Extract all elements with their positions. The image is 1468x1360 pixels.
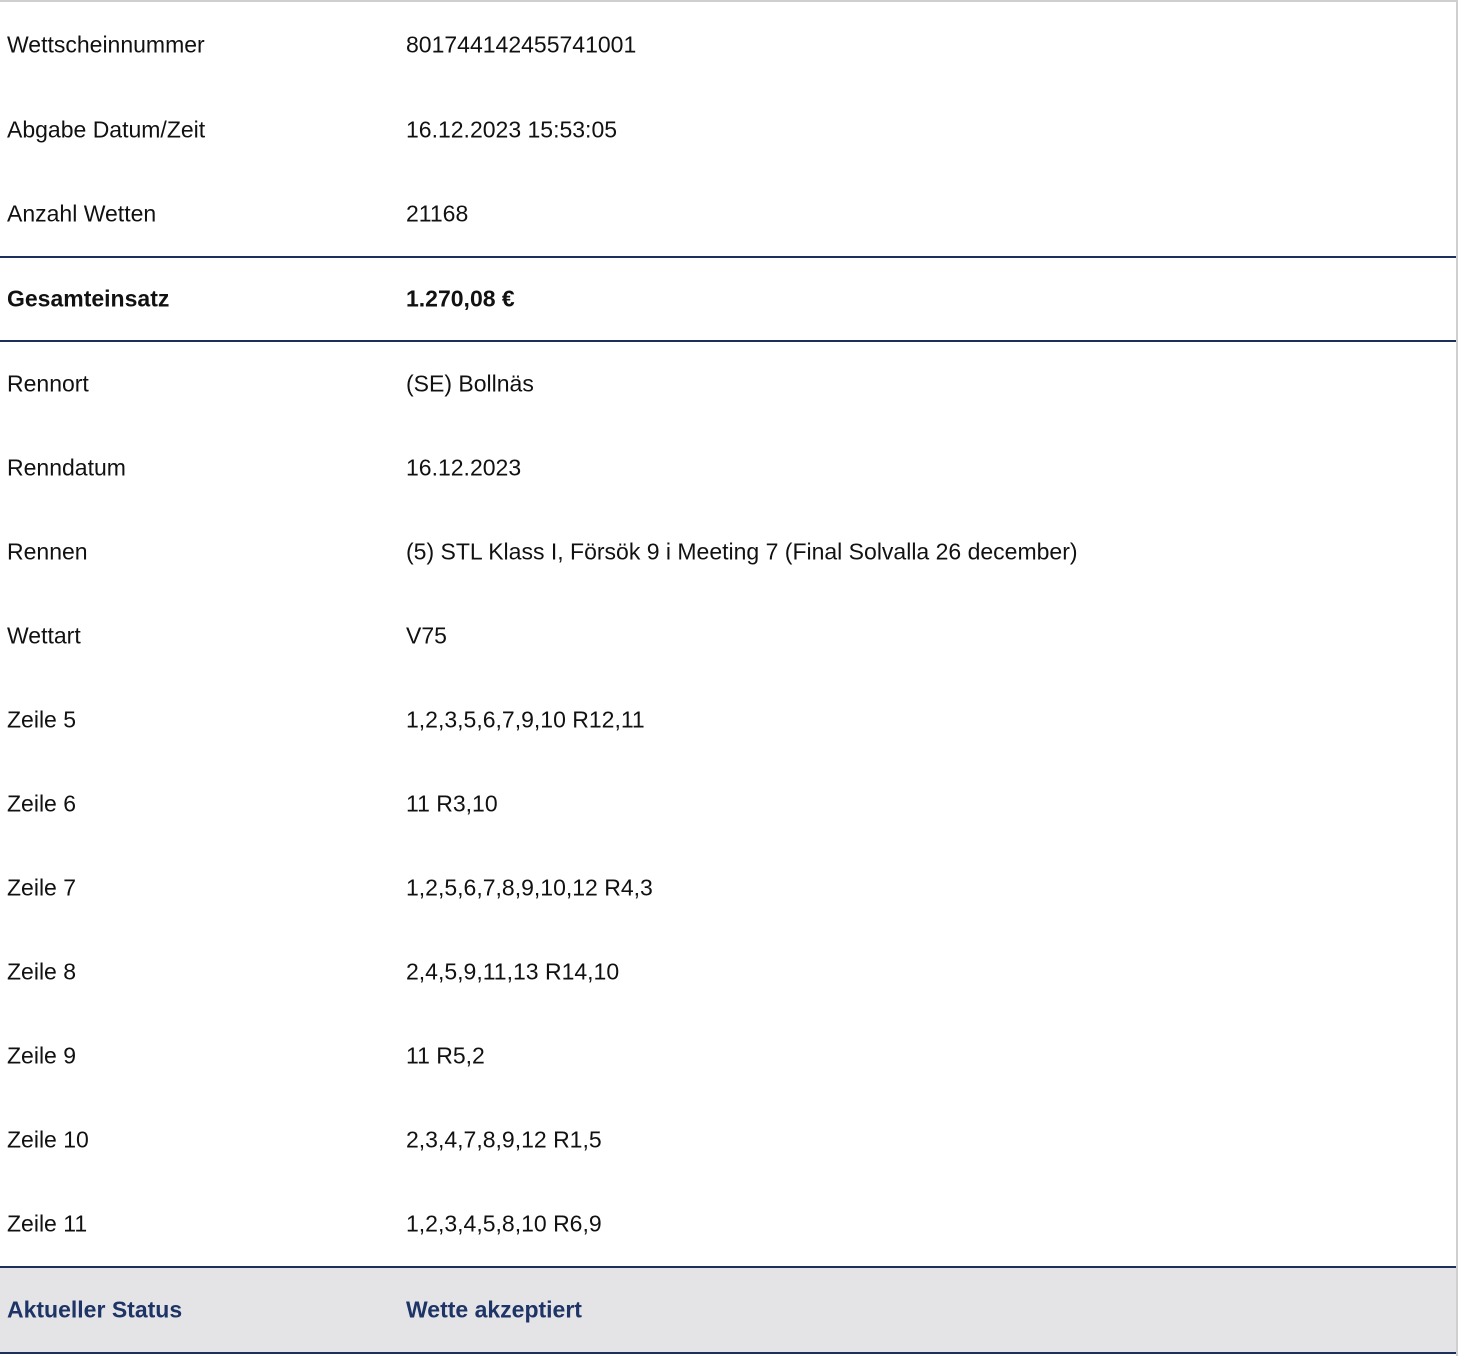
race-date-row: Renndatum 16.12.2023 <box>0 426 1456 510</box>
selection-line-row: Zeile 9 11 R5,2 <box>0 1014 1456 1098</box>
ticket-number-row: Wettscheinnummer 801744142455741001 <box>0 2 1456 88</box>
submitted-datetime-row: Abgabe Datum/Zeit 16.12.2023 15:53:05 <box>0 88 1456 172</box>
selection-line-row: Zeile 6 11 R3,10 <box>0 762 1456 846</box>
total-stake-value: 1.270,08 € <box>406 285 515 312</box>
selection-line-value: 11 R5,2 <box>406 1042 485 1069</box>
current-status-label: Aktueller Status <box>7 1296 183 1323</box>
selection-line-value: 2,4,5,9,11,13 R14,10 <box>406 958 620 985</box>
selection-line-value: 1,2,5,6,7,8,9,10,12 R4,3 <box>406 874 653 901</box>
bets-count-label: Anzahl Wetten <box>7 200 157 227</box>
selection-line-label: Zeile 6 <box>7 790 77 817</box>
race-value: (5) STL Klass I, Försök 9 i Meeting 7 (F… <box>406 538 1078 565</box>
submitted-datetime-value: 16.12.2023 15:53:05 <box>406 116 618 143</box>
selection-line-row: Zeile 5 1,2,3,5,6,7,9,10 R12,11 <box>0 678 1456 762</box>
selection-line-value: 1,2,3,5,6,7,9,10 R12,11 <box>406 706 645 733</box>
selection-line-label: Zeile 9 <box>7 1042 77 1069</box>
selection-line-label: Zeile 7 <box>7 874 77 901</box>
ticket-number-label: Wettscheinnummer <box>7 31 205 58</box>
bet-type-value: V75 <box>406 622 447 649</box>
selection-line-row: Zeile 11 1,2,3,4,5,8,10 R6,9 <box>0 1182 1456 1266</box>
venue-label: Rennort <box>7 370 89 397</box>
selection-line-row: Zeile 8 2,4,5,9,11,13 R14,10 <box>0 930 1456 1014</box>
bet-ticket-details: Wettscheinnummer 801744142455741001 Abga… <box>0 0 1458 1356</box>
selection-line-row: Zeile 7 1,2,5,6,7,8,9,10,12 R4,3 <box>0 846 1456 930</box>
current-status-row: Aktueller Status Wette akzeptiert <box>0 1266 1456 1354</box>
selection-line-value: 2,3,4,7,8,9,12 R1,5 <box>406 1126 602 1153</box>
selection-line-value: 1,2,3,4,5,8,10 R6,9 <box>406 1210 602 1237</box>
selection-line-label: Zeile 5 <box>7 706 77 733</box>
ticket-number-value: 801744142455741001 <box>406 31 637 58</box>
bets-count-row: Anzahl Wetten 21168 <box>0 172 1456 256</box>
selection-line-row: Zeile 10 2,3,4,7,8,9,12 R1,5 <box>0 1098 1456 1182</box>
selection-line-label: Zeile 11 <box>7 1210 88 1237</box>
race-date-label: Renndatum <box>7 454 126 481</box>
bets-count-value: 21168 <box>406 200 469 227</box>
bet-type-row: Wettart V75 <box>0 594 1456 678</box>
total-stake-row: Gesamteinsatz 1.270,08 € <box>0 256 1456 342</box>
venue-row: Rennort (SE) Bollnäs <box>0 342 1456 426</box>
venue-value: (SE) Bollnäs <box>406 370 534 397</box>
race-date-value: 16.12.2023 <box>406 454 522 481</box>
selection-line-label: Zeile 8 <box>7 958 77 985</box>
bet-type-label: Wettart <box>7 622 81 649</box>
current-status-value: Wette akzeptiert <box>406 1296 582 1323</box>
total-stake-label: Gesamteinsatz <box>7 285 170 312</box>
submitted-datetime-label: Abgabe Datum/Zeit <box>7 116 206 143</box>
selection-line-label: Zeile 10 <box>7 1126 89 1153</box>
race-label: Rennen <box>7 538 88 565</box>
selection-line-value: 11 R3,10 <box>406 790 498 817</box>
race-row: Rennen (5) STL Klass I, Försök 9 i Meeti… <box>0 510 1456 594</box>
